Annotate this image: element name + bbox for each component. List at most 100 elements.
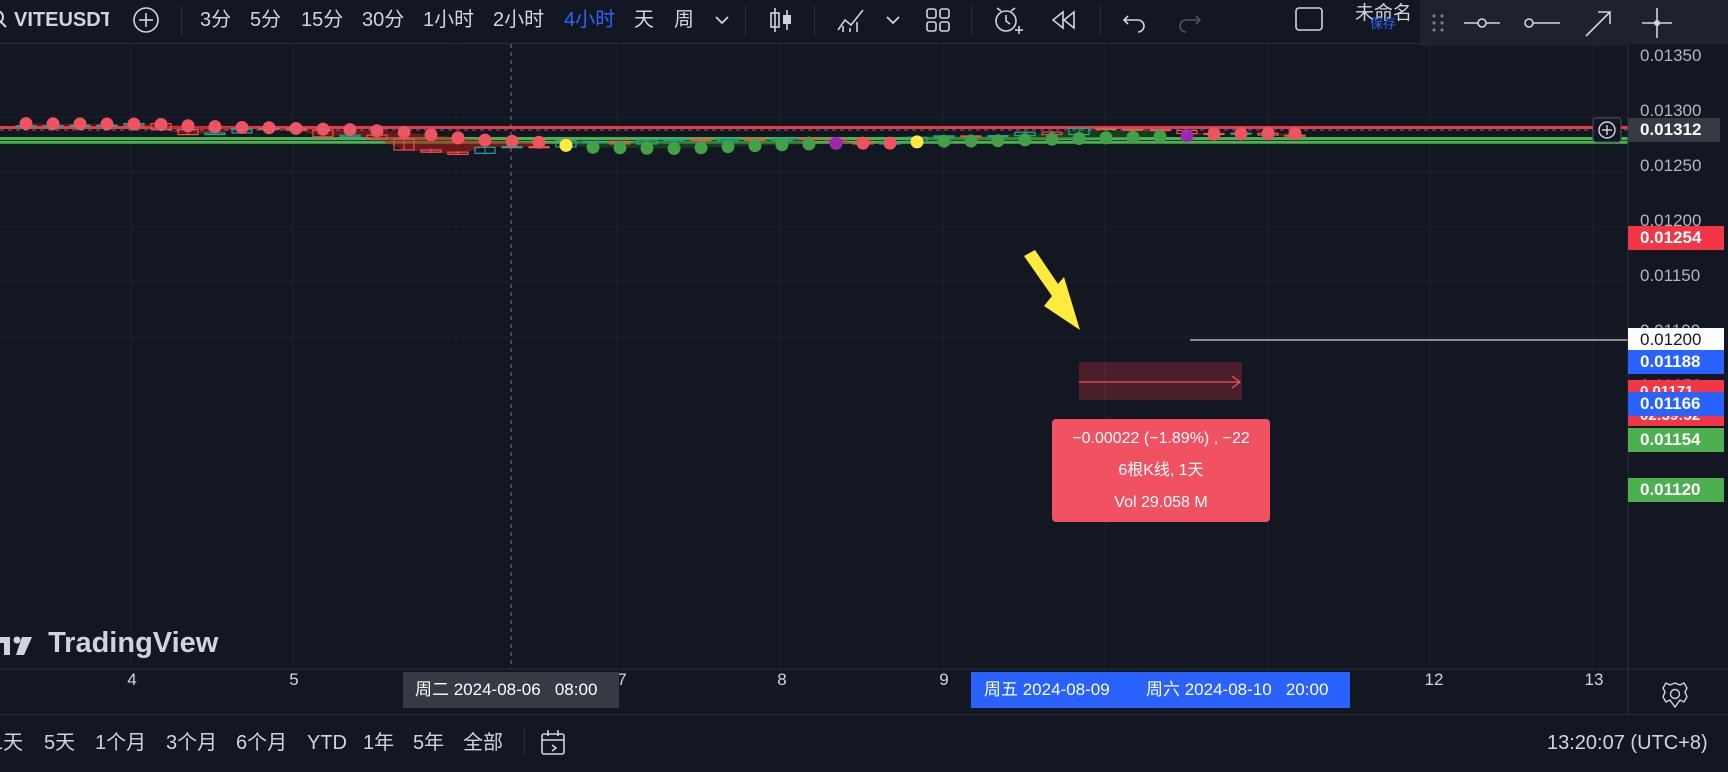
redo-icon[interactable] [1174, 4, 1206, 41]
sar-dot [478, 133, 492, 147]
watermark-text: TradingView [48, 627, 219, 659]
measure-bars: 6根K线, 1天 [1118, 462, 1204, 479]
separator [745, 6, 746, 36]
horizontal-ray-icon[interactable] [1522, 8, 1562, 43]
sar-dot [370, 124, 384, 138]
sar-dot [1099, 131, 1113, 145]
fullscreen-icon[interactable] [1292, 4, 1326, 41]
arrow-tool-icon[interactable] [1582, 6, 1616, 45]
time-tick-9: 9 [939, 670, 949, 689]
chevron-down-icon[interactable] [883, 10, 903, 35]
interval-4h[interactable]: 4小时 [564, 0, 615, 40]
price-chart[interactable]: 0.013500.013000.012500.012000.011500.011… [0, 44, 1728, 714]
interval-3m[interactable]: 3分 [200, 0, 231, 40]
alert-price-label: 0.01200 [1628, 328, 1724, 352]
range-6m[interactable]: 6个月 [236, 715, 287, 771]
sar-dot [721, 140, 735, 154]
candlestick-type-icon[interactable] [765, 4, 797, 41]
undo-icon[interactable] [1118, 4, 1150, 41]
crosshair-price-label: 0.01312 [1628, 118, 1720, 142]
sar-dot [856, 136, 870, 150]
time-crosshair-label: 周二 2024-08-06 08:00 [403, 672, 619, 708]
tradingview-logo-icon [0, 636, 32, 656]
range-5y[interactable]: 5年 [413, 715, 444, 771]
sar-dot [937, 134, 951, 148]
sar-dot [802, 137, 816, 151]
tradingview-watermark: TradingView [0, 623, 218, 663]
horizontal-line-icon[interactable] [1462, 8, 1502, 43]
sar-dot [694, 141, 708, 155]
settings-gear-icon[interactable] [1660, 680, 1690, 715]
sar-dot [505, 134, 519, 148]
interval-15m[interactable]: 15分 [301, 0, 343, 40]
sar-dot [1261, 127, 1275, 140]
sar-dot [883, 136, 897, 150]
sar-dot [667, 141, 681, 155]
measure-range-start-label: 周五 2024-08-09 [984, 680, 1110, 699]
time-tick-13: 13 [1584, 670, 1604, 689]
interval-5m[interactable]: 5分 [250, 0, 281, 40]
interval-1d[interactable]: 天 [634, 0, 654, 40]
add-alert-icon[interactable] [1592, 117, 1622, 148]
sar-dot [640, 141, 654, 155]
range-3m[interactable]: 3个月 [166, 715, 217, 771]
range-1m[interactable]: 1个月 [95, 715, 146, 771]
measure-range-end-label: 周六 2024-08-10 20:00 [1146, 680, 1329, 699]
time-tick-5: 5 [289, 670, 299, 689]
add-symbol-icon[interactable] [130, 4, 162, 41]
alert-clock-icon[interactable] [991, 4, 1025, 41]
range-ytd[interactable]: YTD [307, 715, 347, 771]
chevron-down-icon[interactable] [712, 10, 732, 35]
last-price-label: 0.01166 [1628, 392, 1724, 416]
sar-dot [235, 120, 249, 134]
sar-dot [289, 121, 303, 135]
sar-dot [154, 117, 168, 131]
sar-dot [1018, 133, 1032, 147]
sar-dot [1045, 132, 1059, 146]
sar-dot [559, 138, 573, 152]
layouts-icon[interactable] [922, 4, 954, 41]
save-status[interactable]: 保存 [1370, 12, 1396, 36]
sar-dot [397, 125, 411, 139]
range-all[interactable]: 全部 [463, 715, 503, 771]
goto-date-icon[interactable] [538, 727, 570, 764]
measure-volume: Vol 29.058 M [1114, 494, 1208, 511]
time-tick-4: 4 [127, 670, 137, 689]
sar-dot [1153, 129, 1167, 143]
measure-tooltip: −0.00022 (−1.89%) , −22 6根K线, 1天 Vol 29.… [1052, 419, 1270, 522]
measure-range-box [1079, 362, 1242, 400]
interval-30m[interactable]: 30分 [362, 0, 404, 40]
indicators-icon[interactable] [835, 4, 867, 41]
sar-dot [127, 117, 141, 131]
separator [524, 727, 525, 757]
bottom-toolbar: 1天 5天 1个月 3个月 6个月 YTD 1年 5年 全部 13:20:07 … [0, 714, 1728, 772]
sar-dot [991, 134, 1005, 148]
sar-dot [586, 140, 600, 154]
drawing-toolbar [1420, 0, 1728, 46]
blue-price-label: 0.01188 [1628, 350, 1724, 374]
interval-1w[interactable]: 周 [674, 0, 694, 40]
sar-dot [1180, 129, 1194, 143]
sar-dot [46, 117, 60, 131]
annotation-arrow [1024, 250, 1080, 330]
interval-1h[interactable]: 1小时 [423, 0, 474, 40]
sar-dot [775, 138, 789, 152]
support-lower-price-label: 0.01120 [1628, 478, 1724, 502]
price-tick-label: 0.01150 [1640, 266, 1700, 285]
price-tick-label: 0.01250 [1640, 156, 1701, 175]
sar-dot [1234, 127, 1248, 141]
sar-dot [964, 134, 978, 148]
interval-2h[interactable]: 2小时 [493, 0, 544, 40]
crosshair-icon[interactable] [1640, 6, 1674, 45]
symbol-name[interactable]: VITEUSDT [14, 0, 109, 40]
replay-icon[interactable] [1048, 4, 1080, 41]
range-1d[interactable]: 1天 [0, 715, 23, 771]
range-1y[interactable]: 1年 [363, 715, 394, 771]
range-5d[interactable]: 5天 [44, 715, 75, 771]
sar-dot [532, 135, 546, 149]
measure-change: −0.00022 (−1.89%) , −22 [1072, 430, 1250, 447]
clock[interactable]: 13:20:07 (UTC+8) [1547, 715, 1708, 771]
search-icon[interactable] [0, 8, 10, 35]
sar-dot [262, 121, 276, 135]
drag-handle-icon[interactable] [1430, 12, 1446, 39]
